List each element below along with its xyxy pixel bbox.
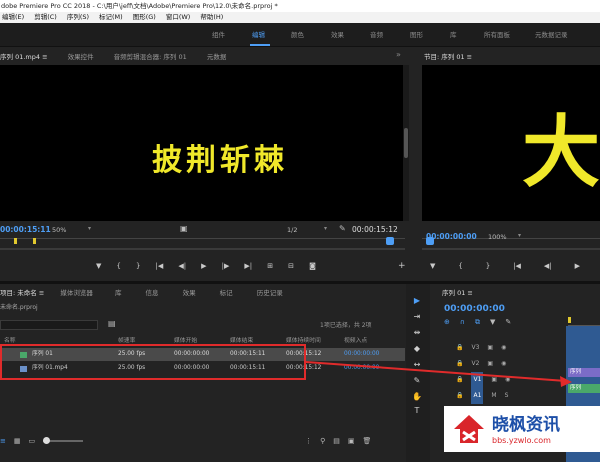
- watermark-url: bbs.yzwlo.com: [492, 436, 551, 445]
- watermark-logo-icon: [454, 415, 484, 443]
- watermark: 晓枫资讯 bbs.yzwlo.com: [444, 406, 600, 452]
- arrow-head: [560, 376, 572, 387]
- watermark-title: 晓枫资讯: [492, 415, 560, 435]
- drag-arrow: [305, 361, 572, 387]
- arrow-line: [305, 361, 567, 382]
